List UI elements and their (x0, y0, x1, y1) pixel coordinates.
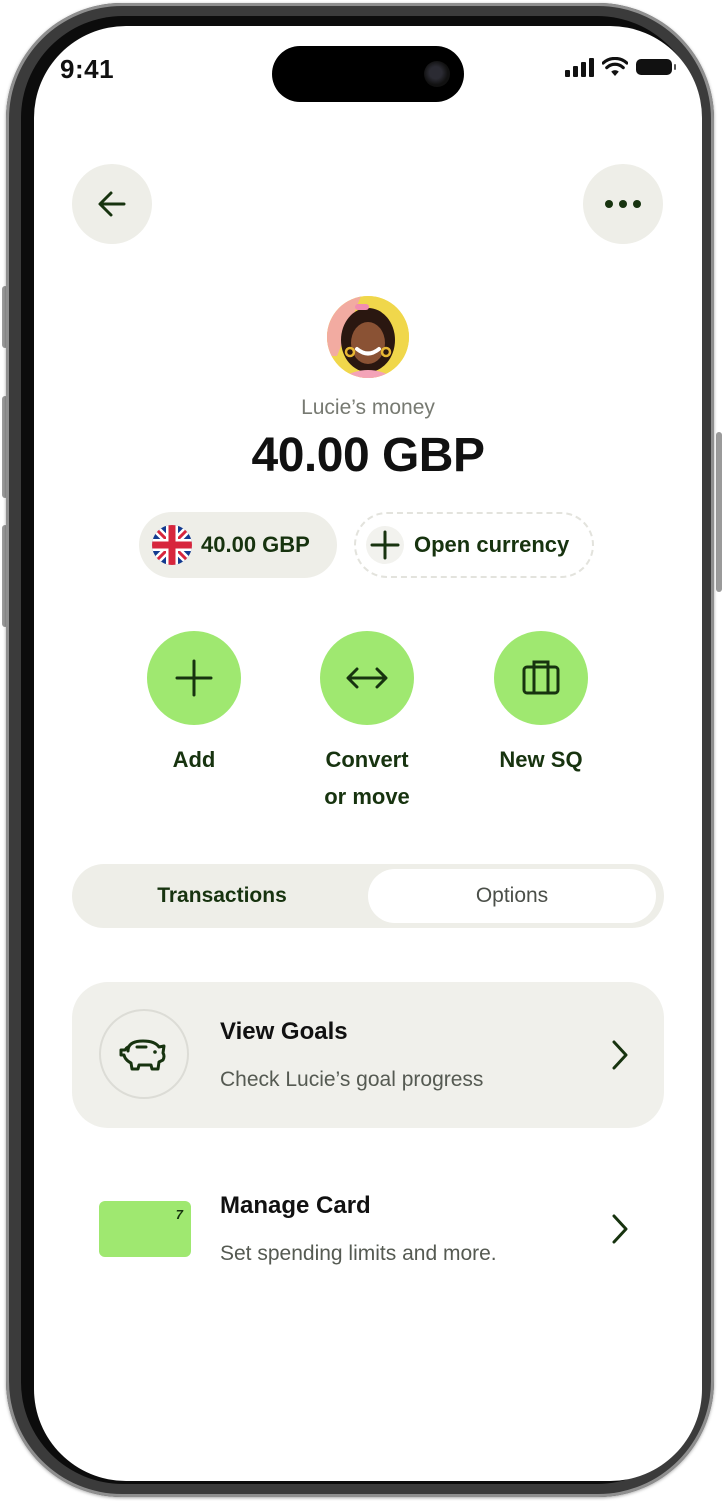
chevron-right-icon (612, 1040, 628, 1070)
view-goals-title: View Goals (220, 1018, 348, 1045)
card-brand-mark: 7 (175, 1207, 183, 1222)
new-sq-button[interactable]: New SQ (461, 631, 621, 778)
chevron-right-icon (612, 1214, 628, 1244)
open-currency-label: Open currency (414, 532, 570, 557)
new-sq-circle[interactable] (494, 631, 588, 725)
phone-screen: 9:41 Lucie’s money 40.00 GBP 40.00 GBP O… (34, 26, 702, 1481)
jar-icon (522, 660, 560, 695)
add-label: Add (172, 747, 216, 772)
status-time: 9:41 (60, 54, 115, 84)
gbp-balance-label: 40.00 GBP (201, 532, 310, 557)
piggy-bank-icon (119, 1039, 166, 1071)
view-goals-item[interactable]: View Goals Check Lucie’s goal progress (72, 982, 664, 1128)
signal-icon (565, 57, 594, 77)
convert-circle[interactable] (320, 631, 414, 725)
total-balance: 40.00 GBP (251, 429, 485, 482)
camera-icon (424, 61, 450, 87)
add-circle[interactable] (147, 631, 241, 725)
avatar (327, 296, 409, 378)
gbp-balance-chip[interactable]: 40.00 GBP (139, 512, 337, 578)
view-goals-subtitle: Check Lucie’s goal progress (220, 1068, 484, 1091)
more-horizontal-icon (605, 200, 641, 208)
arrows-left-right-icon (346, 667, 388, 689)
back-button[interactable] (72, 164, 152, 244)
convert-or-move-button[interactable]: Convert or move (287, 631, 447, 815)
dynamic-island (272, 46, 464, 102)
tab-transactions[interactable]: Transactions (77, 869, 367, 923)
convert-label: Convert or move (324, 747, 410, 809)
plus-icon (175, 659, 213, 697)
power-button (716, 432, 722, 592)
add-money-button[interactable]: Add (114, 631, 274, 778)
plus-icon (366, 526, 404, 564)
manage-card-item[interactable]: 7 Manage Card Set spending limits and mo… (72, 1156, 664, 1302)
manage-card-title: Manage Card (220, 1192, 371, 1219)
arrow-left-icon (98, 191, 126, 217)
open-currency-button[interactable]: Open currency (354, 512, 594, 578)
phone-frame: 9:41 Lucie’s money 40.00 GBP 40.00 GBP O… (6, 3, 714, 1497)
battery-icon (636, 59, 676, 75)
status-icons (565, 57, 676, 77)
more-options-button[interactable] (583, 164, 663, 244)
card-icon: 7 (99, 1201, 191, 1257)
tab-options[interactable]: Options (368, 869, 656, 923)
manage-card-subtitle: Set spending limits and more. (220, 1242, 497, 1265)
owner-label: Lucie’s money (301, 396, 435, 419)
tab-switcher: Transactions Options (72, 864, 664, 928)
uk-flag-icon (152, 525, 192, 565)
new-sq-label: New SQ (499, 747, 583, 772)
piggy-bank-icon-wrap (99, 1009, 189, 1099)
wifi-icon (602, 57, 628, 76)
